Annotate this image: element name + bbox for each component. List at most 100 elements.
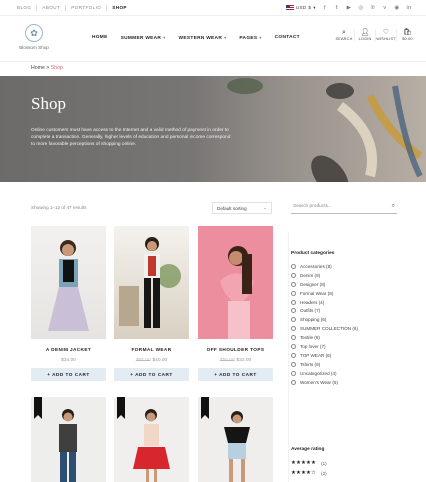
add-to-cart-button[interactable]: + ADD TO CART: [31, 368, 106, 381]
product-image[interactable]: [31, 226, 106, 339]
category-item[interactable]: Designer (8): [291, 280, 397, 289]
category-item[interactable]: Women's Wear (6): [291, 378, 397, 387]
twitter-icon[interactable]: 𝕥: [334, 5, 340, 11]
category-item[interactable]: Headers (4): [291, 298, 397, 307]
product-card: A DENIM JACKET $34.00 + ADD TO CART: [31, 226, 106, 381]
category-item[interactable]: Formal Wear (8): [291, 289, 397, 298]
menu-item-western-wear[interactable]: WESTERN WEAR ▾: [179, 35, 227, 41]
menu-item-summer-wear[interactable]: SUMMER WEAR ▾: [121, 35, 166, 41]
product-price: $55.00 $40.00: [135, 358, 168, 363]
breadcrumb-home[interactable]: Home: [31, 65, 45, 71]
banner-description: Online customers must have access to the…: [31, 128, 231, 147]
linkedin-icon[interactable]: in: [406, 5, 412, 11]
menu-item-pages[interactable]: PAGES ▾: [239, 35, 261, 41]
currency-selector[interactable]: USD $ ▾: [285, 5, 316, 11]
product-search-input[interactable]: Search products... ⌕: [291, 201, 397, 214]
header-login-button[interactable]: 👤︎ LOGIN: [355, 29, 376, 41]
top-nav-shop[interactable]: SHOP: [107, 5, 132, 11]
header-wishlist-button[interactable]: ♡ WISHLIST: [376, 29, 397, 41]
cart-icon: 🛍︎: [402, 29, 413, 36]
top-nav-portfolio[interactable]: PORTFOLIO: [66, 4, 108, 11]
category-item[interactable]: Top lover (7): [291, 342, 397, 351]
category-list: Accessories (8) Denim (8) Designer (8) Form…: [291, 262, 397, 386]
radio-circle-icon: [291, 326, 296, 332]
chevron-down-icon: ▾: [163, 35, 166, 40]
radio-circle-icon: [291, 308, 296, 314]
category-item[interactable]: Accessories (8): [291, 262, 397, 271]
product-image[interactable]: [114, 226, 189, 339]
product-name[interactable]: FORMAL WEAR: [114, 347, 189, 352]
radio-circle-icon: [291, 281, 296, 287]
product-card[interactable]: [114, 397, 189, 482]
product-image[interactable]: [198, 226, 273, 339]
pinterest-icon[interactable]: ℗: [370, 5, 376, 11]
header-cart-button[interactable]: 🛍︎ $0.00: [397, 29, 418, 41]
chevron-down-icon: ⌄: [263, 205, 267, 210]
rating-filter-4[interactable]: ★★★★☆ (2): [291, 468, 397, 478]
category-item[interactable]: TOP WEAR (6): [291, 351, 397, 360]
top-nav-about[interactable]: ABOUT: [37, 4, 67, 11]
product-price: $55.00 $32.00: [219, 358, 252, 363]
top-nav-blog[interactable]: BLOG: [14, 4, 38, 11]
category-item[interactable]: Textile (8): [291, 333, 397, 342]
page-title: Shop: [31, 94, 66, 113]
facebook-icon[interactable]: f: [322, 5, 328, 11]
category-item[interactable]: SUMMER COLLECTION (6): [291, 324, 397, 333]
add-to-cart-button[interactable]: + ADD TO CART: [114, 368, 189, 381]
category-item[interactable]: Tshirts (8): [291, 360, 397, 369]
dribbble-icon[interactable]: ◉: [394, 5, 400, 11]
radio-circle-icon: [291, 352, 296, 358]
product-card[interactable]: [198, 397, 273, 482]
category-item[interactable]: Shopping (6): [291, 315, 397, 324]
header-actions: ⌕ SEARCH 👤︎ LOGIN ♡ WISHLIST 🛍︎ $0.00: [334, 29, 418, 41]
categories-title: Product categories: [291, 251, 335, 256]
main-menu: HOME SUMMER WEAR ▾ WESTERN WEAR ▾ PAGES ▾ C…: [92, 35, 300, 41]
user-icon: 👤︎: [360, 29, 370, 36]
menu-item-contact[interactable]: CONTACT: [275, 35, 300, 41]
instagram-icon[interactable]: ◎: [358, 5, 364, 11]
youtube-icon[interactable]: ▶: [346, 5, 352, 11]
sale-badge-icon: [117, 397, 125, 419]
sale-badge-icon: [201, 397, 209, 419]
rating-filter-5[interactable]: ★★★★★ (1): [291, 458, 397, 468]
menu-item-home[interactable]: HOME: [92, 35, 108, 41]
radio-circle-icon: [291, 290, 296, 296]
category-item[interactable]: Uncategorized (4): [291, 369, 397, 378]
average-rating-widget: Average rating ★★★★★ (1) ★★★★☆ (2): [291, 447, 397, 478]
product-name[interactable]: OFF SHOULDER TOPS: [198, 347, 273, 352]
breadcrumb-current: Shop: [50, 65, 63, 71]
sale-badge-icon: [34, 397, 42, 419]
shop-banner: Shop Online customers must have access t…: [0, 76, 426, 182]
radio-circle-icon: [291, 335, 296, 341]
results-count: Showing 1–12 of 47 results: [31, 205, 87, 210]
breadcrumb: Home > Shop: [31, 65, 63, 71]
radio-circle-icon: [291, 370, 296, 376]
product-categories-widget: Product categories Accessories (8) Denim …: [291, 251, 397, 386]
header-search-button[interactable]: ⌕ SEARCH: [334, 29, 355, 41]
site-logo[interactable]: ✿ Blossom Shop: [14, 24, 54, 50]
search-icon: ⌕: [341, 29, 347, 36]
radio-circle-icon: [291, 343, 296, 349]
radio-circle-icon: [291, 317, 296, 323]
radio-circle-icon: [291, 299, 296, 305]
radio-circle-icon: [291, 379, 296, 385]
site-header: ✿ Blossom Shop HOME SUMMER WEAR ▾ WESTERN…: [0, 16, 426, 62]
product-price: $34.00: [61, 358, 76, 363]
category-item[interactable]: Denim (8): [291, 271, 397, 280]
lotus-logo-icon: ✿: [25, 24, 43, 42]
chevron-down-icon: ▾: [224, 35, 227, 40]
radio-circle-icon: [291, 361, 296, 367]
search-icon[interactable]: ⌕: [392, 203, 395, 210]
vimeo-icon[interactable]: v: [382, 5, 388, 11]
us-flag-icon: [285, 5, 294, 10]
category-item[interactable]: Outfits (7): [291, 306, 397, 315]
product-card[interactable]: [31, 397, 106, 482]
top-bar: BLOG ABOUT PORTFOLIO SHOP USD $ ▾ f 𝕥 ▶ …: [0, 0, 426, 16]
heart-icon: ♡: [382, 29, 390, 36]
product-card: OFF SHOULDER TOPS $55.00 $32.00 + ADD TO …: [198, 226, 273, 381]
add-to-cart-button[interactable]: + ADD TO CART: [198, 368, 273, 381]
breadcrumb-separator: >: [46, 65, 50, 71]
product-card: FORMAL WEAR $55.00 $40.00 + ADD TO CART: [114, 226, 189, 381]
product-name[interactable]: A DENIM JACKET: [31, 347, 106, 352]
sort-select[interactable]: Default sorting ⌄: [212, 202, 272, 214]
